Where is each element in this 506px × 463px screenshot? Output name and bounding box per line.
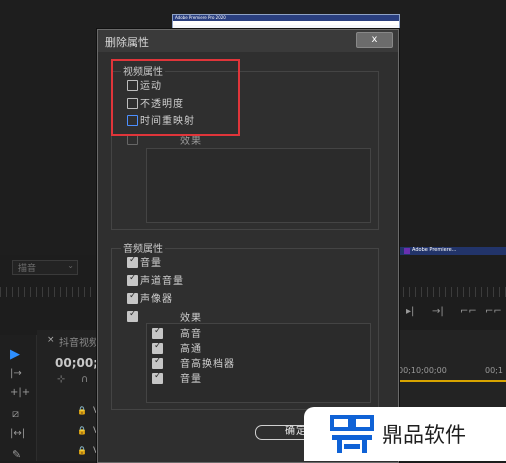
watermark-text: 鼎品软件 <box>382 423 466 447</box>
pitch-shifter-checkbox[interactable] <box>152 356 163 369</box>
audio-effects-list: 高音 高通 音高换档器 音量 <box>146 323 371 403</box>
audio-effects-label: 效果 <box>180 313 202 324</box>
audio-group-label: 音频属性 <box>121 240 165 255</box>
channel-volume-label: 声道音量 <box>140 276 184 287</box>
razor-tool-icon[interactable]: ⧄ <box>12 407 19 421</box>
video-effects-list <box>146 148 371 223</box>
extract-icon[interactable]: ⌐⌐ <box>485 306 502 317</box>
treble-checkbox[interactable] <box>152 326 163 339</box>
effect-volume-label: 音量 <box>180 374 202 385</box>
lock-icon[interactable]: 🔒 <box>77 426 87 435</box>
close-button[interactable]: x <box>356 32 393 48</box>
dialog-titlebar: 删除属性 x <box>98 30 398 52</box>
lift-icon[interactable]: ⌐⌐ <box>460 306 477 317</box>
video-items-highlight <box>111 59 240 136</box>
volume-label: 音量 <box>140 258 162 269</box>
selection-tool-icon[interactable]: ▶ <box>10 347 20 362</box>
close-icon: x <box>371 34 378 45</box>
sequence-tab[interactable]: 抖音视频 <box>59 334 99 349</box>
track-select-tool-icon[interactable]: |→ <box>10 368 22 379</box>
dialog-title: 删除属性 <box>105 36 149 49</box>
panner-checkbox[interactable] <box>127 291 138 304</box>
taskbar-strip: Adobe Premiere... <box>397 247 506 255</box>
snap-icon[interactable]: ⊹ <box>57 374 65 385</box>
step-forward-icon[interactable]: →| <box>432 306 444 317</box>
slip-tool-icon[interactable]: |↔| <box>10 428 25 439</box>
timeline-marker-line <box>397 380 506 382</box>
effect-volume-checkbox[interactable] <box>152 371 163 384</box>
program-controls: ▸| →| ⌐⌐ ⌐⌐ <box>400 306 506 320</box>
timeline-timecode-right: 00;10;00;00 <box>398 366 447 375</box>
taskbar-label[interactable]: Adobe Premiere... <box>412 247 456 253</box>
watermark-logo-icon <box>330 415 374 453</box>
program-ruler <box>397 287 506 297</box>
timeline-timecode-far: 00;1 <box>485 366 503 375</box>
track-select-value: 描音 <box>18 264 37 274</box>
play-icon[interactable]: ▸| <box>406 306 414 317</box>
panner-label: 声像器 <box>140 294 173 305</box>
tools-panel: ▶ |→ +|+ ⧄ |↔| ✎ <box>0 335 37 461</box>
lock-icon[interactable]: 🔒 <box>77 446 87 455</box>
track-select[interactable]: 描音 ⌄ <box>12 260 78 275</box>
channel-volume-checkbox[interactable] <box>127 273 138 286</box>
ripple-edit-tool-icon[interactable]: +|+ <box>10 387 30 398</box>
link-icon[interactable]: ∩ <box>81 374 88 385</box>
source-ruler <box>0 287 97 297</box>
lock-icon[interactable]: 🔒 <box>77 406 87 415</box>
audio-effects-checkbox[interactable] <box>127 309 138 322</box>
pen-tool-icon[interactable]: ✎ <box>12 448 21 461</box>
taskbar-app-icon <box>404 248 410 254</box>
close-tab-icon[interactable]: × <box>47 335 55 345</box>
highpass-checkbox[interactable] <box>152 341 163 354</box>
chevron-down-icon: ⌄ <box>67 261 74 270</box>
volume-checkbox[interactable] <box>127 255 138 268</box>
thumbnail-title: Adobe Premiere Pro 2020 <box>175 15 226 20</box>
watermark-badge: 鼎品软件 <box>304 407 506 461</box>
timeline-panel: × 抖音视频 00;00;0 ⊹ ∩ 🔒 V 🔒 V 🔒 V <box>37 330 106 461</box>
treble-label: 高音 <box>180 329 202 340</box>
pitch-shifter-label: 音高换档器 <box>180 359 235 370</box>
remove-attributes-dialog: 删除属性 x 视频属性 运动 不透明度 时间重映射 效果 音频属性 音量 声道音… <box>97 29 399 463</box>
highpass-label: 高通 <box>180 344 202 355</box>
